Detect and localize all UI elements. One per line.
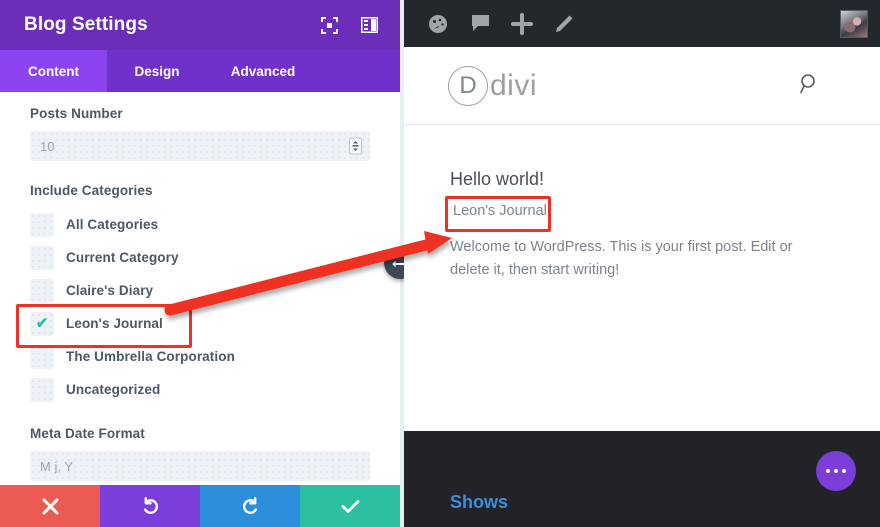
redo-button[interactable]	[200, 485, 300, 527]
cancel-button[interactable]	[0, 485, 100, 527]
fab-dot	[834, 469, 838, 473]
page-title: Blog Settings	[24, 14, 148, 35]
category-label: Claire's Diary	[66, 283, 154, 298]
more-options-fab[interactable]	[816, 451, 856, 491]
post-excerpt: Welcome to WordPress. This is your first…	[450, 239, 793, 279]
include-categories-group: Include Categories All Categories Curren…	[16, 183, 370, 406]
post-title[interactable]: Hello world!	[450, 169, 850, 190]
number-stepper-icon[interactable]	[349, 137, 362, 155]
checkbox-box	[30, 344, 54, 369]
checkbox-box	[30, 245, 54, 270]
wordpress-admin-bar	[404, 0, 880, 47]
check-icon: ✔	[35, 315, 49, 332]
dashboard-speedometer-icon[interactable]	[420, 6, 456, 42]
blog-settings-panel: Blog Settings Content Design Advanced Po…	[0, 0, 400, 527]
checkbox-box	[30, 212, 54, 237]
user-avatar[interactable]	[840, 9, 868, 38]
posts-number-value: 10	[40, 138, 55, 154]
tab-content[interactable]: Content	[0, 50, 107, 92]
checkmark-icon	[341, 499, 359, 513]
divi-visual-builder-screen: Blog Settings Content Design Advanced Po…	[0, 0, 880, 527]
meta-date-format-input[interactable]: M j, Y	[30, 451, 370, 481]
category-label: Current Category	[66, 250, 179, 265]
category-checkbox-claires-diary[interactable]: Claire's Diary	[30, 274, 370, 307]
blog-post-preview: Hello world! Leon's Journal Welcome to W…	[404, 125, 880, 282]
site-preview-pane: D divi Hello world! Leon's Journal Welco…	[404, 0, 880, 527]
category-checkbox-all-categories[interactable]: All Categories	[30, 208, 370, 241]
settings-tabs: Content Design Advanced	[0, 50, 400, 92]
save-button[interactable]	[300, 485, 400, 527]
panel-scrollbar-track[interactable]	[386, 92, 783, 485]
category-checkbox-current-category[interactable]: Current Category	[30, 241, 370, 274]
posts-number-label: Posts Number	[30, 106, 123, 121]
checkbox-box-checked: ✔	[30, 311, 54, 336]
post-category-meta: Leon's Journal	[445, 196, 551, 232]
comment-bubble-icon[interactable]	[462, 6, 498, 42]
tab-design[interactable]: Design	[107, 50, 207, 92]
posts-number-input[interactable]: 10	[30, 131, 370, 161]
pencil-edit-icon[interactable]	[546, 6, 582, 42]
include-categories-label: Include Categories	[30, 183, 153, 198]
divi-logo-word: divi	[490, 68, 538, 102]
category-checkbox-uncategorized[interactable]: Uncategorized	[30, 373, 370, 406]
category-label: All Categories	[66, 217, 159, 232]
checkbox-box	[30, 377, 54, 402]
header-actions	[799, 73, 852, 99]
meta-date-format-value: M j, Y	[40, 458, 73, 474]
settings-form: Posts Number 10 Include Categories All C…	[0, 92, 400, 485]
fab-dot	[826, 469, 830, 473]
focus-target-icon[interactable]	[316, 12, 342, 38]
undo-button[interactable]	[100, 485, 200, 527]
divi-logo[interactable]: D divi	[448, 65, 538, 106]
divi-logo-mark: D	[448, 65, 488, 106]
fab-dot	[842, 469, 846, 473]
plus-new-icon[interactable]	[504, 6, 540, 42]
checkbox-box	[30, 278, 54, 303]
category-label: The Umbrella Corporation	[66, 349, 235, 364]
category-checkbox-the-umbrella-corporation[interactable]: The Umbrella Corporation	[30, 340, 370, 373]
search-icon[interactable]	[799, 73, 820, 99]
category-label: Leon's Journal	[66, 316, 163, 331]
meta-date-format-label: Meta Date Format	[30, 426, 145, 441]
site-header: D divi	[404, 47, 880, 125]
panel-action-bar	[0, 485, 400, 527]
meta-date-format-group: Meta Date Format M j, Y	[30, 426, 370, 481]
posts-number-field-group: Posts Number 10	[30, 106, 370, 161]
panel-layout-icon[interactable]	[356, 12, 382, 38]
panel-header: Blog Settings	[0, 0, 400, 50]
category-label: Uncategorized	[66, 382, 161, 397]
shows-link[interactable]: Shows	[450, 492, 508, 513]
tab-advanced[interactable]: Advanced	[207, 50, 319, 92]
undo-arrow-icon	[143, 496, 158, 514]
site-footer-section: Shows	[404, 431, 880, 527]
close-x-icon	[42, 498, 58, 514]
category-checkbox-leons-journal[interactable]: ✔ Leon's Journal	[16, 304, 370, 348]
redo-arrow-icon	[242, 496, 257, 514]
